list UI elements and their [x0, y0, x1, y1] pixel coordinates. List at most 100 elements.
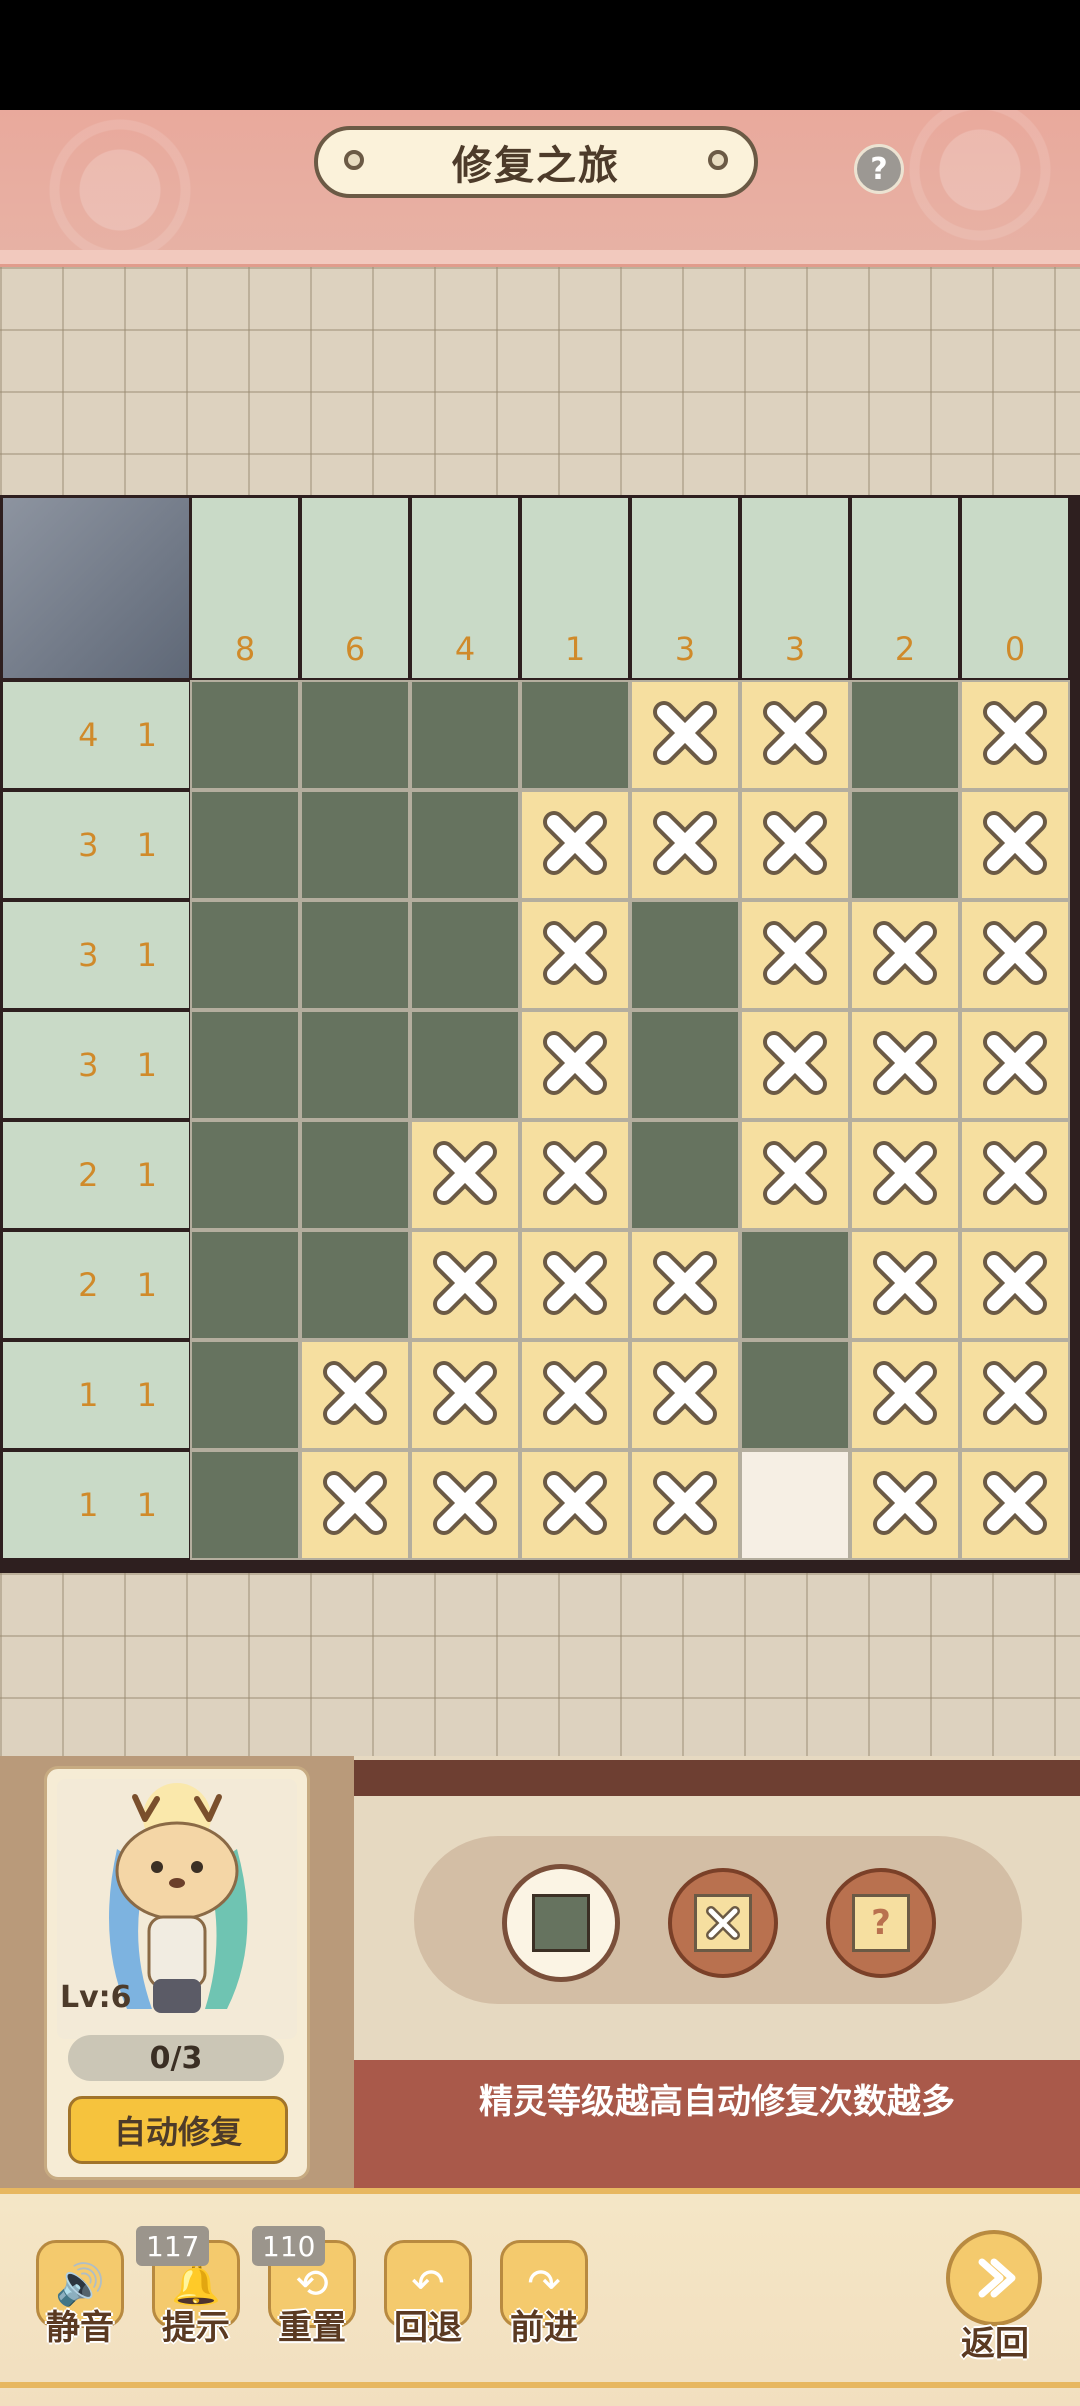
- row-clue: 2 1: [3, 1232, 189, 1338]
- cell-crossed[interactable]: [632, 792, 738, 898]
- cell-filled[interactable]: [412, 902, 518, 1008]
- cell-crossed[interactable]: [412, 1232, 518, 1338]
- question-icon: ?: [852, 1894, 910, 1952]
- cell-filled[interactable]: [302, 792, 408, 898]
- cell-crossed[interactable]: [522, 792, 628, 898]
- cell-filled[interactable]: [412, 682, 518, 788]
- row-clue: 3 1: [3, 902, 189, 1008]
- cross-icon: [756, 694, 834, 776]
- cell-crossed[interactable]: [412, 1342, 518, 1448]
- arrow-right-icon: [946, 2230, 1042, 2326]
- cell-crossed[interactable]: [962, 1232, 1068, 1338]
- cell-crossed[interactable]: [632, 682, 738, 788]
- cell-crossed[interactable]: [962, 1452, 1068, 1558]
- character-level: Lv:6: [60, 1980, 132, 2015]
- cell-filled[interactable]: [852, 682, 958, 788]
- cell-filled[interactable]: [632, 1012, 738, 1118]
- cell-crossed[interactable]: [522, 1232, 628, 1338]
- cell-filled[interactable]: [302, 902, 408, 1008]
- puzzle-board: 864133204 13 13 13 12 12 11 11 1: [0, 495, 1080, 1573]
- cell-crossed[interactable]: [522, 1342, 628, 1448]
- cross-tool-button[interactable]: [668, 1868, 778, 1978]
- plaque-right-dot: [708, 150, 728, 170]
- cell-empty[interactable]: [742, 1452, 848, 1558]
- row-clue: 3 1: [3, 792, 189, 898]
- redo-button[interactable]: ↷ 前进: [494, 2240, 594, 2352]
- cell-crossed[interactable]: [632, 1232, 738, 1338]
- cell-filled[interactable]: [192, 902, 298, 1008]
- cell-filled[interactable]: [302, 1122, 408, 1228]
- auto-repair-button[interactable]: 自动修复: [68, 2096, 288, 2164]
- cell-crossed[interactable]: [852, 902, 958, 1008]
- cell-filled[interactable]: [192, 792, 298, 898]
- cell-crossed[interactable]: [742, 792, 848, 898]
- cell-crossed[interactable]: [742, 682, 848, 788]
- cell-filled[interactable]: [632, 902, 738, 1008]
- cell-filled[interactable]: [522, 682, 628, 788]
- column-clue: 1: [522, 498, 628, 678]
- cell-filled[interactable]: [192, 1232, 298, 1338]
- cell-crossed[interactable]: [302, 1342, 408, 1448]
- cell-filled[interactable]: [412, 792, 518, 898]
- cell-crossed[interactable]: [852, 1122, 958, 1228]
- reset-label: 重置: [278, 2308, 346, 2348]
- cross-icon: [646, 1464, 724, 1546]
- cell-crossed[interactable]: [412, 1452, 518, 1558]
- cell-crossed[interactable]: [522, 1122, 628, 1228]
- help-button[interactable]: ?: [854, 144, 904, 194]
- cell-filled[interactable]: [412, 1012, 518, 1118]
- cell-filled[interactable]: [742, 1342, 848, 1448]
- cell-crossed[interactable]: [522, 1012, 628, 1118]
- cross-icon: [536, 1354, 614, 1436]
- cell-crossed[interactable]: [962, 1012, 1068, 1118]
- cell-crossed[interactable]: [522, 902, 628, 1008]
- cross-icon: [866, 914, 944, 996]
- cell-crossed[interactable]: [742, 1012, 848, 1118]
- cell-crossed[interactable]: [742, 902, 848, 1008]
- auto-repair-counter: 0/3: [68, 2035, 284, 2081]
- fill-tool-button[interactable]: [502, 1864, 620, 1982]
- cross-icon: [646, 694, 724, 776]
- cell-crossed[interactable]: [852, 1232, 958, 1338]
- cell-crossed[interactable]: [962, 1342, 1068, 1448]
- cell-crossed[interactable]: [962, 682, 1068, 788]
- cell-filled[interactable]: [192, 1342, 298, 1448]
- cell-crossed[interactable]: [852, 1012, 958, 1118]
- undo-label: 回退: [394, 2308, 462, 2348]
- cross-icon: [866, 1024, 944, 1106]
- row-clue: 4 1: [3, 682, 189, 788]
- cell-filled[interactable]: [742, 1232, 848, 1338]
- cell-filled[interactable]: [192, 1122, 298, 1228]
- cell-crossed[interactable]: [852, 1342, 958, 1448]
- cell-filled[interactable]: [302, 1012, 408, 1118]
- cell-crossed[interactable]: [302, 1452, 408, 1558]
- cell-crossed[interactable]: [962, 792, 1068, 898]
- cell-filled[interactable]: [192, 1012, 298, 1118]
- cell-filled[interactable]: [192, 1452, 298, 1558]
- cell-crossed[interactable]: [412, 1122, 518, 1228]
- cross-icon: [756, 1134, 834, 1216]
- undo-button[interactable]: ↶ 回退: [378, 2240, 478, 2352]
- cross-icon: [536, 1024, 614, 1106]
- cell-crossed[interactable]: [632, 1452, 738, 1558]
- cell-filled[interactable]: [192, 682, 298, 788]
- cell-filled[interactable]: [632, 1122, 738, 1228]
- return-button[interactable]: 返回: [940, 2230, 1050, 2370]
- cell-crossed[interactable]: [962, 1122, 1068, 1228]
- cell-filled[interactable]: [302, 682, 408, 788]
- cell-filled[interactable]: [852, 792, 958, 898]
- cell-filled[interactable]: [302, 1232, 408, 1338]
- cross-icon: [976, 1134, 1054, 1216]
- cross-icon: [536, 1134, 614, 1216]
- cell-crossed[interactable]: [742, 1122, 848, 1228]
- cell-crossed[interactable]: [852, 1452, 958, 1558]
- cross-icon: [694, 1894, 752, 1952]
- reset-count-badge: 110: [252, 2226, 326, 2266]
- return-label: 返回: [961, 2324, 1029, 2364]
- cell-crossed[interactable]: [632, 1342, 738, 1448]
- cross-icon: [756, 914, 834, 996]
- cell-crossed[interactable]: [522, 1452, 628, 1558]
- mute-button[interactable]: 🔊 静音: [30, 2240, 130, 2352]
- cell-crossed[interactable]: [962, 902, 1068, 1008]
- question-tool-button[interactable]: ?: [826, 1868, 936, 1978]
